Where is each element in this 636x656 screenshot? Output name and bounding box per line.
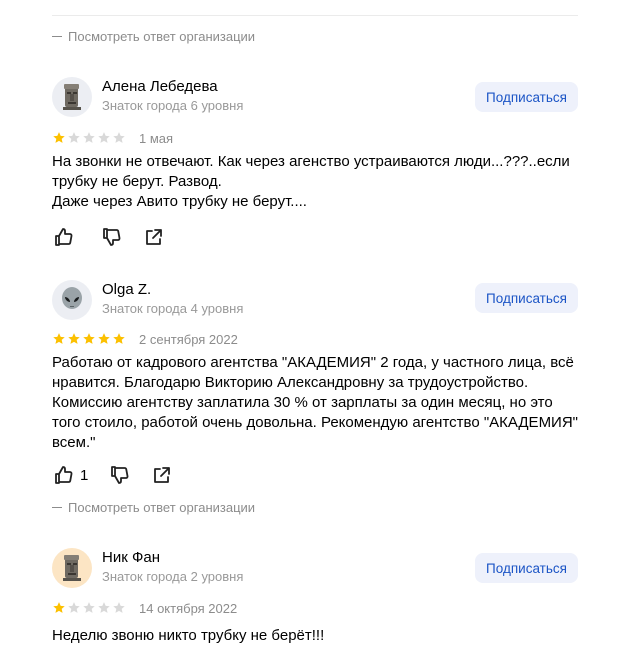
dash (52, 507, 62, 508)
divider (52, 15, 578, 16)
author-name[interactable]: Алена Лебедева (102, 78, 218, 95)
author-name[interactable]: Ник Фан (102, 549, 160, 566)
star-icon (113, 333, 125, 344)
review-card: Алена Лебедева Знаток города 6 уровня По… (52, 77, 582, 252)
rating-stars (52, 601, 126, 615)
share-icon (154, 467, 171, 483)
view-org-response-label: Посмотреть ответ организации (68, 500, 256, 515)
author-level: Знаток города 6 уровня (102, 98, 244, 113)
thumb-up-icon (55, 228, 73, 246)
review-date: 14 октября 2022 (139, 601, 238, 616)
star-icon (68, 333, 80, 344)
share-icon (146, 229, 162, 245)
subscribe-button[interactable]: Подписаться (475, 82, 578, 112)
view-org-response-label: Посмотреть ответ организации (68, 29, 256, 44)
star-icon (53, 132, 65, 143)
author-level: Знаток города 2 уровня (102, 569, 244, 584)
like-button[interactable] (54, 227, 80, 247)
review-date: 2 сентября 2022 (139, 332, 238, 347)
moai-avatar-icon (63, 555, 81, 581)
alien-avatar-icon (62, 287, 82, 309)
star-icon (83, 132, 95, 143)
star-icon (53, 602, 65, 613)
like-count: 1 (80, 466, 89, 484)
star-icon (83, 333, 95, 344)
avatar[interactable] (52, 77, 92, 117)
star-icon (98, 602, 110, 613)
star-icon (53, 333, 65, 344)
review-card: Ник Фан Знаток города 2 уровня Подписать… (52, 548, 582, 653)
star-icon (68, 602, 80, 613)
subscribe-button[interactable]: Подписаться (475, 283, 578, 313)
avatar[interactable] (52, 548, 92, 588)
share-button[interactable] (152, 465, 172, 485)
share-button[interactable] (144, 227, 164, 247)
view-org-response-link[interactable]: Посмотреть ответ организации (52, 29, 255, 44)
like-button[interactable]: 1 (54, 465, 88, 485)
star-icon (68, 132, 80, 143)
star-icon (98, 333, 110, 344)
star-icon (98, 132, 110, 143)
star-icon (83, 602, 95, 613)
subscribe-button[interactable]: Подписаться (475, 553, 578, 583)
rating-stars (52, 131, 126, 145)
dash (52, 36, 62, 37)
review-card: Olga Z. Знаток города 4 уровня Подписать… (52, 280, 582, 520)
dislike-button[interactable] (110, 465, 130, 485)
star-icon (113, 132, 125, 143)
thumb-down-icon (111, 466, 129, 484)
rating-stars (52, 332, 126, 346)
review-actions (54, 227, 186, 247)
author-name[interactable]: Olga Z. (102, 281, 151, 298)
avatar[interactable] (52, 280, 92, 320)
review-date: 1 мая (139, 131, 174, 146)
thumb-down-icon (103, 228, 121, 246)
star-icon (113, 602, 125, 613)
thumb-up-icon (55, 466, 73, 484)
review-text: Работаю от кадрового агентства "АКАДЕМИЯ… (52, 354, 578, 451)
review-actions: 1 (54, 465, 194, 485)
view-org-response-link[interactable]: Посмотреть ответ организации (52, 500, 255, 515)
moai-avatar-icon (63, 84, 81, 110)
review-text: Неделю звоню никто трубку не берёт!!! (52, 627, 325, 644)
review-text: На звонки не отвечают. Как через агенств… (52, 153, 570, 210)
author-level: Знаток города 4 уровня (102, 301, 244, 316)
reviews-panel: Посмотреть ответ организации Алена Лебед… (0, 0, 636, 656)
dislike-button[interactable] (102, 227, 122, 247)
